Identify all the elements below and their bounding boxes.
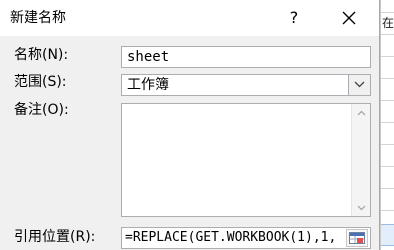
scroll-up-button[interactable] xyxy=(352,104,370,121)
scope-dropdown-button[interactable] xyxy=(348,75,370,95)
comment-label: 备注(O): xyxy=(14,102,69,118)
scroll-down-button[interactable] xyxy=(352,199,370,216)
grid-line xyxy=(381,78,394,79)
grid-line xyxy=(381,166,394,167)
scope-select[interactable]: 工作簿 xyxy=(121,74,371,96)
grid-line xyxy=(381,210,394,211)
background-worksheet: 在 xyxy=(380,0,394,250)
grid-line xyxy=(381,12,394,13)
grid-line xyxy=(381,34,394,35)
grid-line xyxy=(381,100,394,101)
grid-line xyxy=(381,188,394,189)
grid-line xyxy=(381,56,394,57)
chevron-down-icon xyxy=(354,81,365,88)
refers-to-input[interactable]: =REPLACE(GET.WORKBOOK(1),1, xyxy=(121,227,371,249)
range-select-icon xyxy=(349,232,365,244)
scroll-up-icon xyxy=(357,110,366,116)
refers-to-label: 引用位置(R): xyxy=(14,229,96,245)
comment-scrollbar[interactable] xyxy=(351,104,370,216)
grid-line xyxy=(381,122,394,123)
dialog-title: 新建名称 xyxy=(10,10,66,26)
name-label: 名称(N): xyxy=(14,47,69,63)
refers-to-value: =REPLACE(GET.WORKBOOK(1),1, xyxy=(125,230,337,245)
comment-textarea[interactable] xyxy=(121,103,371,217)
help-button[interactable]: ? xyxy=(280,4,308,32)
scope-label: 范围(S): xyxy=(14,74,67,90)
background-cell-text: 在 xyxy=(382,16,394,30)
grid-line xyxy=(381,144,394,145)
title-bar: 新建名称 ? xyxy=(0,0,379,36)
selected-cell-highlight xyxy=(381,224,394,246)
close-button[interactable] xyxy=(334,4,364,32)
scroll-down-icon xyxy=(357,205,366,211)
name-input[interactable]: sheet xyxy=(121,46,371,68)
scope-select-value: 工作簿 xyxy=(127,77,169,93)
close-icon xyxy=(342,11,356,25)
new-name-dialog: 新建名称 ? 名称(N): sheet 范围(S): 工作簿 备注(O): 引用… xyxy=(0,0,380,250)
collapse-dialog-button[interactable] xyxy=(346,229,368,247)
